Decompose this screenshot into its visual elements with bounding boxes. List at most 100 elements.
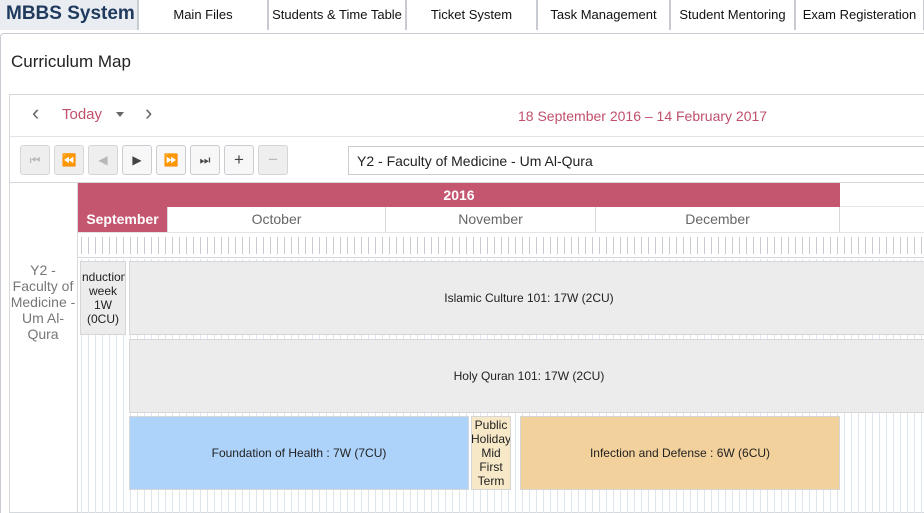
event-induction-week[interactable]: Induction week 1W (0CU) [80,261,126,335]
step-forward-button[interactable]: ▶ [122,145,152,175]
month-january[interactable] [840,207,924,232]
today-button[interactable]: Today [62,106,102,123]
day-tick [326,237,327,254]
day-tick [389,237,390,254]
day-tick [669,237,670,254]
day-tick [501,237,502,254]
day-tick [732,237,733,254]
day-tick [676,237,677,254]
day-tick [837,237,838,254]
page-title: Curriculum Map [11,52,131,71]
nav-tab-student-mentoring[interactable]: Student Mentoring [670,0,795,30]
nav-tab-main-files[interactable]: Main Files [138,0,268,30]
day-tick [529,237,530,254]
day-tick [312,237,313,254]
day-tick [403,237,404,254]
day-tick [466,237,467,254]
month-october[interactable]: October [168,207,386,232]
first-icon: ⏮ [29,153,41,167]
prev-range-icon[interactable]: ‹ [32,100,39,126]
nav-tab-task-management[interactable]: Task Management [537,0,670,30]
next-range-icon[interactable]: › [145,100,152,126]
day-tick [249,237,250,254]
day-tick [375,237,376,254]
event-foundation-of-health[interactable]: Foundation of Health : 7W (7CU) [129,416,469,490]
month-december[interactable]: December [596,207,840,232]
day-tick [151,237,152,254]
zoom-out-button[interactable]: − [258,145,288,175]
step-back-button[interactable]: ◀ [88,145,118,175]
fast-forward-button[interactable]: ⏩ [156,145,186,175]
day-tick [130,237,131,254]
event-islamic-culture[interactable]: Islamic Culture 101: 17W (2CU) [129,261,924,335]
fast-forward-icon: ⏩ [163,153,179,167]
zoom-out-icon: − [268,150,278,169]
day-tick [445,237,446,254]
day-tick [109,237,110,254]
day-tick [172,237,173,254]
event-infection-and-defense[interactable]: Infection and Defense : 6W (6CU) [520,416,840,490]
day-tick [242,237,243,254]
day-tick [186,237,187,254]
day-tick [494,237,495,254]
day-tick [641,237,642,254]
today-dropdown-icon[interactable] [116,112,124,117]
day-tick [865,237,866,254]
day-tick [144,237,145,254]
month-november[interactable]: November [386,207,596,232]
day-tick [207,237,208,254]
day-tick [431,237,432,254]
row-label: Y2 - Faculty of Medicine - Um Al-Qura [10,262,76,342]
last-period-button[interactable]: ⏭ [190,145,220,175]
day-tick [123,237,124,254]
step-forward-icon: ▶ [132,153,142,167]
day-tick [781,237,782,254]
day-tick [809,237,810,254]
app-brand[interactable]: MBBS System [0,0,138,30]
day-ticks-row [78,232,924,258]
year-header: 2016 [78,183,840,207]
day-tick [774,237,775,254]
day-tick [914,237,915,254]
day-tick [88,237,89,254]
day-tick [354,237,355,254]
event-holy-quran[interactable]: Holy Quran 101: 17W (2CU) [129,339,924,413]
nav-tab-exam-registeration[interactable]: Exam Registeration [795,0,924,30]
day-tick [767,237,768,254]
day-tick [165,237,166,254]
fast-back-button[interactable]: ⏪ [54,145,84,175]
zoom-in-button[interactable]: + [224,145,254,175]
day-tick [662,237,663,254]
day-tick [221,237,222,254]
month-september[interactable]: September [78,207,168,232]
day-tick [816,237,817,254]
day-tick [340,237,341,254]
day-tick [347,237,348,254]
event-public-holiday[interactable]: Public Holiday Mid First Term [471,416,511,490]
day-tick [844,237,845,254]
day-tick [550,237,551,254]
day-tick [613,237,614,254]
zoom-in-icon: + [234,150,244,169]
day-tick [851,237,852,254]
day-tick [655,237,656,254]
day-tick [564,237,565,254]
day-tick [648,237,649,254]
day-tick [95,237,96,254]
event-label: Holy Quran 101: 17W (2CU) [453,369,605,383]
day-tick [102,237,103,254]
day-tick [270,237,271,254]
day-tick [872,237,873,254]
day-tick [893,237,894,254]
nav-tab-students-time-table[interactable]: Students & Time Table [268,0,406,30]
group-select[interactable]: Y2 - Faculty of Medicine - Um Al-Qura [348,146,924,175]
day-tick [746,237,747,254]
day-tick [480,237,481,254]
nav-tab-ticket-system[interactable]: Ticket System [406,0,537,30]
fast-back-icon: ⏪ [61,153,77,167]
first-period-button[interactable]: ⏮ [20,145,50,175]
day-tick [515,237,516,254]
day-tick [830,237,831,254]
day-tick [368,237,369,254]
day-tick [333,237,334,254]
